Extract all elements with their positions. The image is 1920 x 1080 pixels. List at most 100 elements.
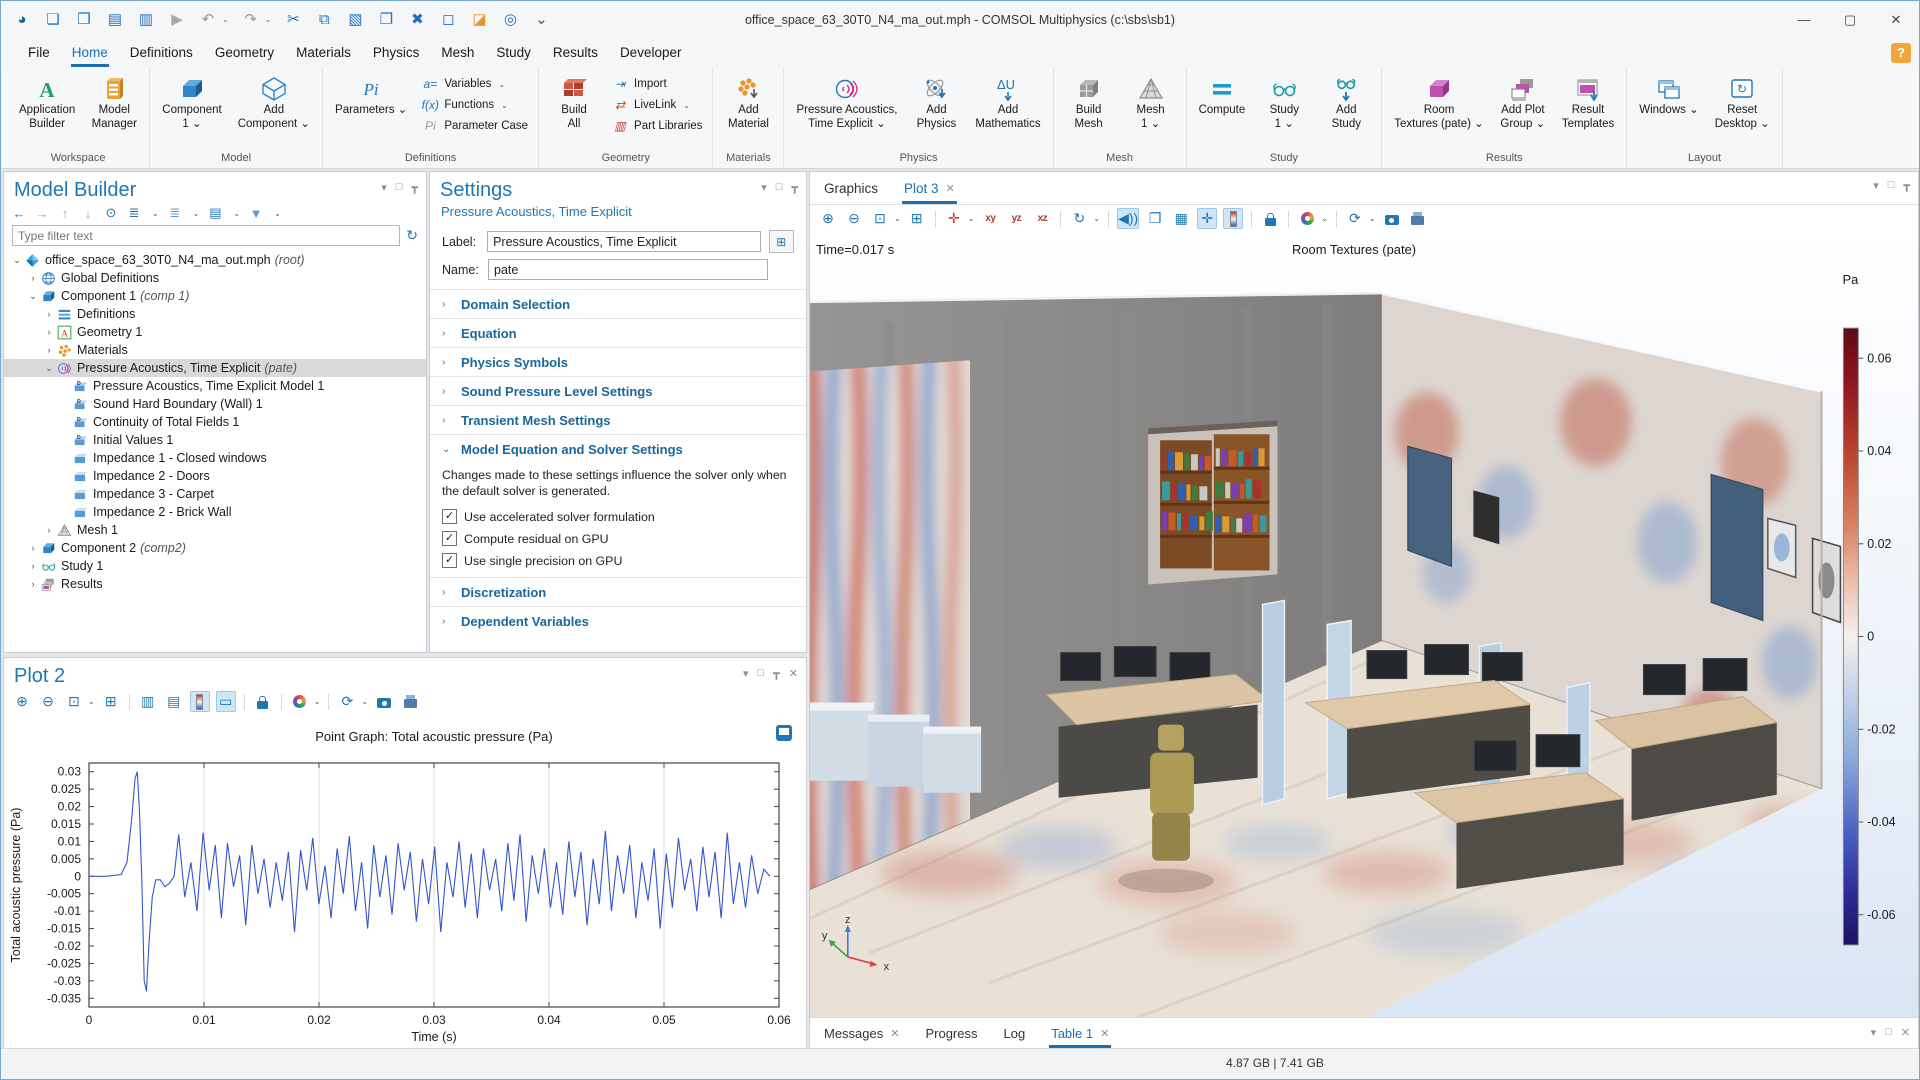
ribbon-button-add-mathematics[interactable]: ΔU Add Mathematics bbox=[968, 71, 1047, 151]
lock-view-icon[interactable] bbox=[1260, 208, 1280, 229]
graphics-canvas[interactable]: Pa 0.06 0.04 0.02 0 -0.02 -0.04 -0.06 z x y Ti… bbox=[810, 232, 1918, 1017]
ribbon-button-component[interactable]: Component 1 ⌄ bbox=[155, 71, 228, 151]
tab-graphics[interactable]: Graphics bbox=[824, 172, 878, 204]
show-grid-icon[interactable]: ▦ bbox=[1171, 208, 1191, 229]
tree-item[interactable]: ⌄ office_space_63_30T0_N4_ma_out.mph (root… bbox=[4, 251, 426, 269]
close-icon[interactable]: ✕ bbox=[890, 1027, 899, 1040]
section-dependent-variables[interactable]: › Dependent Variables bbox=[430, 606, 806, 635]
float-icon[interactable]: □ bbox=[1888, 179, 1895, 192]
checkbox-row[interactable]: ✓ Compute residual on GPU bbox=[430, 527, 806, 549]
expander-open-icon[interactable]: ⌄ bbox=[42, 363, 56, 374]
menu-study[interactable]: Study bbox=[485, 38, 542, 68]
tree-item[interactable]: D Continuity of Total Fields 1 bbox=[4, 413, 426, 431]
color-theme-icon[interactable] bbox=[1297, 208, 1317, 229]
ribbon-button-application-builder[interactable]: A Application Builder bbox=[12, 71, 82, 151]
menu-materials[interactable]: Materials bbox=[285, 38, 362, 68]
section-equation[interactable]: › Equation bbox=[430, 318, 806, 347]
save-icon[interactable]: ▤ bbox=[106, 10, 124, 30]
undo-icon-caret[interactable]: ⌄ bbox=[222, 15, 229, 24]
update-plot-icon[interactable]: ⟳ bbox=[1345, 208, 1365, 229]
log-icon[interactable]: ◎ bbox=[501, 10, 519, 30]
menu-results[interactable]: Results bbox=[542, 38, 609, 68]
maximize-button[interactable]: ▢ bbox=[1827, 1, 1873, 38]
tree-item[interactable]: Impedance 2 - Doors bbox=[4, 467, 426, 485]
zoom-in-icon[interactable]: ⊕ bbox=[12, 691, 32, 712]
zoom-box-icon[interactable]: ⊡ bbox=[870, 208, 890, 229]
rotate-view-icon[interactable]: ↻ bbox=[1069, 208, 1089, 229]
pin-icon[interactable]: ┳ bbox=[773, 667, 780, 680]
view-xz-icon[interactable]: xz bbox=[1032, 208, 1052, 229]
ribbon-button-livelink[interactable]: ⇄ LiveLink ⌄ bbox=[606, 95, 707, 115]
menu-home[interactable]: Home bbox=[61, 38, 119, 68]
tab-progress[interactable]: Progress bbox=[925, 1018, 977, 1048]
ribbon-button-add-study[interactable]: Add Study bbox=[1316, 71, 1376, 151]
view-orientation-icon[interactable]: ✛ bbox=[944, 208, 964, 229]
move-down-icon[interactable]: ↓ bbox=[81, 206, 95, 221]
rename-button[interactable]: ⊞ bbox=[768, 230, 794, 253]
ribbon-button-add-plot-group[interactable]: Add Plot Group ⌄ bbox=[1493, 71, 1553, 151]
ribbon-button-build-all[interactable]: Build All bbox=[544, 71, 604, 151]
show-legends-icon[interactable] bbox=[189, 691, 210, 712]
move-up-icon[interactable]: ↑ bbox=[58, 206, 72, 221]
ribbon-button-add-physics[interactable]: Add Physics bbox=[906, 71, 966, 151]
section-transient-mesh-settings[interactable]: › Transient Mesh Settings bbox=[430, 405, 806, 434]
tab-messages[interactable]: Messages ✕ bbox=[824, 1018, 899, 1048]
view-yz-icon[interactable]: yz bbox=[1006, 208, 1026, 229]
section-sound-pressure-level-settings[interactable]: › Sound Pressure Level Settings bbox=[430, 376, 806, 405]
tree-item[interactable]: ⌄ Pressure Acoustics, Time Explicit (pate) bbox=[4, 359, 426, 377]
point-graph-chart[interactable]: Point Graph: Total acoustic pressure (Pa… bbox=[4, 715, 806, 1047]
toolbar-overflow-icon[interactable]: ⌄ bbox=[532, 10, 550, 30]
tree-item[interactable]: › A Geometry 1 bbox=[4, 323, 426, 341]
tree-item[interactable]: ⌄ Component 1 (comp 1) bbox=[4, 287, 426, 305]
float-icon[interactable]: □ bbox=[396, 181, 403, 194]
ribbon-button-part-libraries[interactable]: ▥ Part Libraries bbox=[606, 116, 707, 136]
name-field[interactable] bbox=[488, 259, 768, 280]
clear-selection-icon[interactable]: ◪ bbox=[470, 10, 488, 30]
tree-item[interactable]: D Pressure Acoustics, Time Explicit Model… bbox=[4, 377, 426, 395]
collapse-icon[interactable]: ≣ bbox=[168, 205, 182, 221]
ribbon-button-model-manager[interactable]: Model Manager bbox=[84, 71, 144, 151]
save-as-icon[interactable]: ▥ bbox=[137, 10, 155, 30]
pin-icon[interactable]: ┳ bbox=[1903, 179, 1910, 192]
menu-geometry[interactable]: Geometry bbox=[204, 38, 285, 68]
close-icon[interactable]: ✕ bbox=[1901, 1026, 1910, 1039]
cut-icon[interactable]: ✂ bbox=[284, 10, 302, 30]
menu-mesh[interactable]: Mesh bbox=[430, 38, 485, 68]
paste-icon[interactable]: ▧ bbox=[346, 10, 364, 30]
ribbon-button-variables[interactable]: a= Variables ⌄ bbox=[416, 74, 533, 94]
filter-icon[interactable]: ▼ bbox=[249, 206, 263, 221]
ribbon-button-windows[interactable]: Windows ⌄ bbox=[1632, 71, 1705, 151]
ribbon-button-compute[interactable]: Compute bbox=[1192, 71, 1253, 151]
copy-icon[interactable]: ⧉ bbox=[315, 10, 333, 30]
panel-menu-icon[interactable]: ▾ bbox=[1871, 1026, 1877, 1039]
play-sound-icon[interactable]: ◀)) bbox=[1117, 208, 1140, 229]
color-palette-icon[interactable] bbox=[290, 691, 310, 712]
show-colorbar-icon[interactable] bbox=[1223, 208, 1244, 229]
annotations-icon[interactable]: ▭ bbox=[215, 691, 236, 712]
ribbon-button-build-mesh[interactable]: Build Mesh bbox=[1059, 71, 1119, 151]
close-button[interactable]: ✕ bbox=[1873, 1, 1919, 38]
delete-icon[interactable]: ✖ bbox=[408, 10, 426, 30]
menu-file[interactable]: File bbox=[17, 38, 61, 68]
tree-item[interactable]: › Results bbox=[4, 575, 426, 593]
float-icon[interactable]: □ bbox=[758, 667, 765, 680]
tree-item[interactable]: › Mesh 1 bbox=[4, 521, 426, 539]
menu-developer[interactable]: Developer bbox=[609, 38, 693, 68]
model-tree-nodes-icon[interactable]: ▤ bbox=[208, 205, 222, 221]
go-forward-icon[interactable]: → bbox=[35, 206, 49, 221]
zoom-box-icon[interactable]: ⊡ bbox=[64, 691, 84, 712]
ribbon-button-reset-desktop[interactable]: ↻ Reset Desktop ⌄ bbox=[1708, 71, 1777, 151]
tree-item[interactable]: Impedance 3 - Carpet bbox=[4, 485, 426, 503]
zoom-out-icon[interactable]: ⊖ bbox=[844, 208, 864, 229]
new-file-icon[interactable]: ❏ bbox=[44, 10, 62, 30]
zoom-out-icon[interactable]: ⊖ bbox=[38, 691, 58, 712]
tab-plot-3[interactable]: Plot 3 ✕ bbox=[902, 172, 957, 204]
ribbon-button-study[interactable]: Study 1 ⌄ bbox=[1254, 71, 1314, 151]
expander-closed-icon[interactable]: › bbox=[42, 327, 56, 337]
print-icon[interactable] bbox=[400, 691, 420, 712]
expander-open-icon[interactable]: ⌄ bbox=[26, 291, 40, 302]
image-snapshot-icon[interactable] bbox=[1382, 208, 1402, 229]
tab-log[interactable]: Log bbox=[1004, 1018, 1026, 1048]
x-grid-icon[interactable]: ▥ bbox=[138, 691, 158, 712]
section-domain-selection[interactable]: › Domain Selection bbox=[430, 289, 806, 318]
